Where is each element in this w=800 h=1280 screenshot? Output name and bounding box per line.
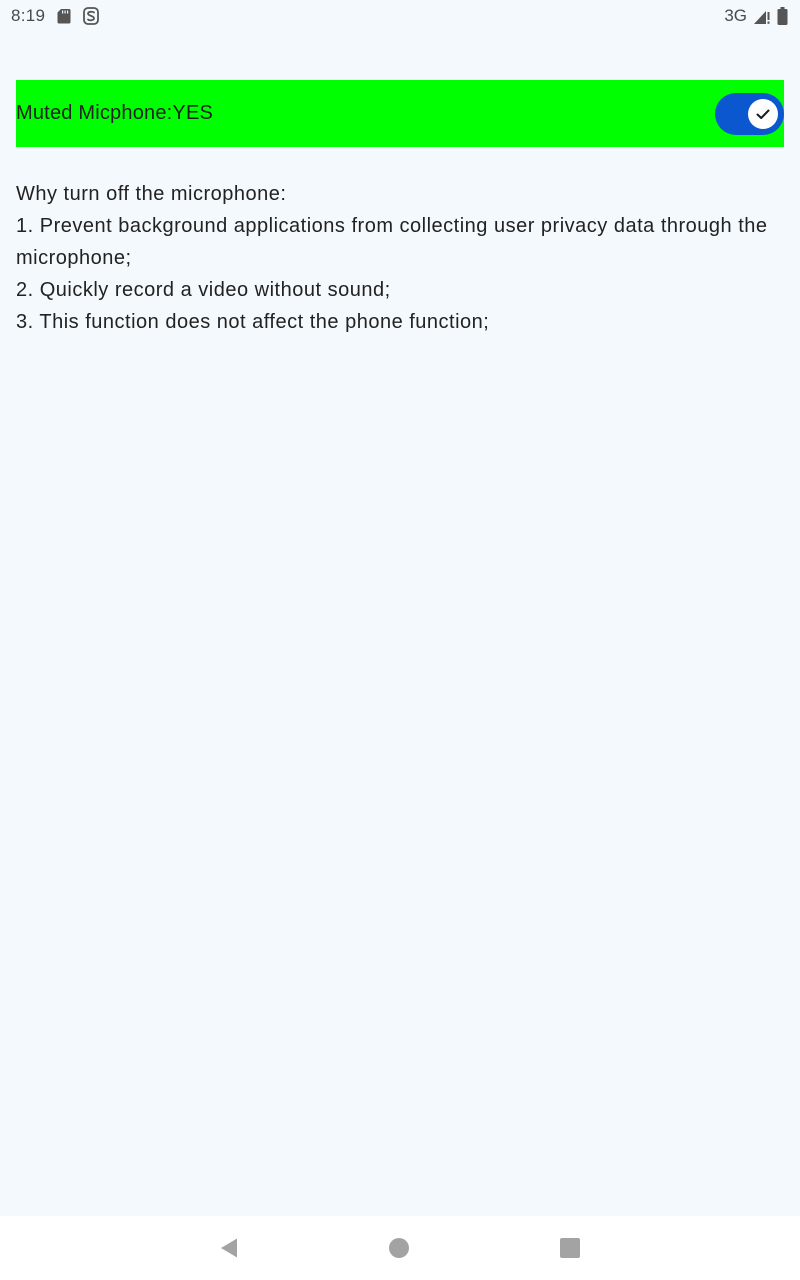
sd-card-icon xyxy=(57,8,71,24)
home-button[interactable] xyxy=(383,1232,415,1264)
check-icon xyxy=(755,106,771,122)
status-bar: 8:19 3G xyxy=(0,0,800,32)
back-button[interactable] xyxy=(213,1232,245,1264)
back-icon xyxy=(218,1236,240,1260)
mute-microphone-label: Muted Micphone:YES xyxy=(16,102,214,124)
switch-thumb xyxy=(748,98,778,129)
explanation-heading: Why turn off the microphone: xyxy=(16,183,287,205)
explanation-item: 2. Quickly record a video without sound; xyxy=(16,279,391,301)
status-right: 3G xyxy=(724,6,788,26)
mute-microphone-switch[interactable] xyxy=(715,92,784,135)
battery-icon xyxy=(777,7,788,25)
status-left: 8:19 xyxy=(11,6,100,26)
home-icon xyxy=(388,1237,410,1259)
s-notification-icon xyxy=(83,7,100,25)
navigation-bar xyxy=(0,1216,800,1280)
network-type: 3G xyxy=(724,6,747,25)
mute-microphone-row[interactable]: Muted Micphone:YES xyxy=(16,80,784,147)
recents-button[interactable] xyxy=(554,1232,586,1264)
explanation-item: 3. This function does not affect the pho… xyxy=(16,311,490,333)
recents-icon xyxy=(559,1237,581,1259)
signal-icon xyxy=(753,7,771,25)
explanation-text: Why turn off the microphone: 1. Prevent … xyxy=(16,178,788,338)
status-time: 8:19 xyxy=(11,6,46,25)
explanation-item: 1. Prevent background applications from … xyxy=(16,215,768,269)
